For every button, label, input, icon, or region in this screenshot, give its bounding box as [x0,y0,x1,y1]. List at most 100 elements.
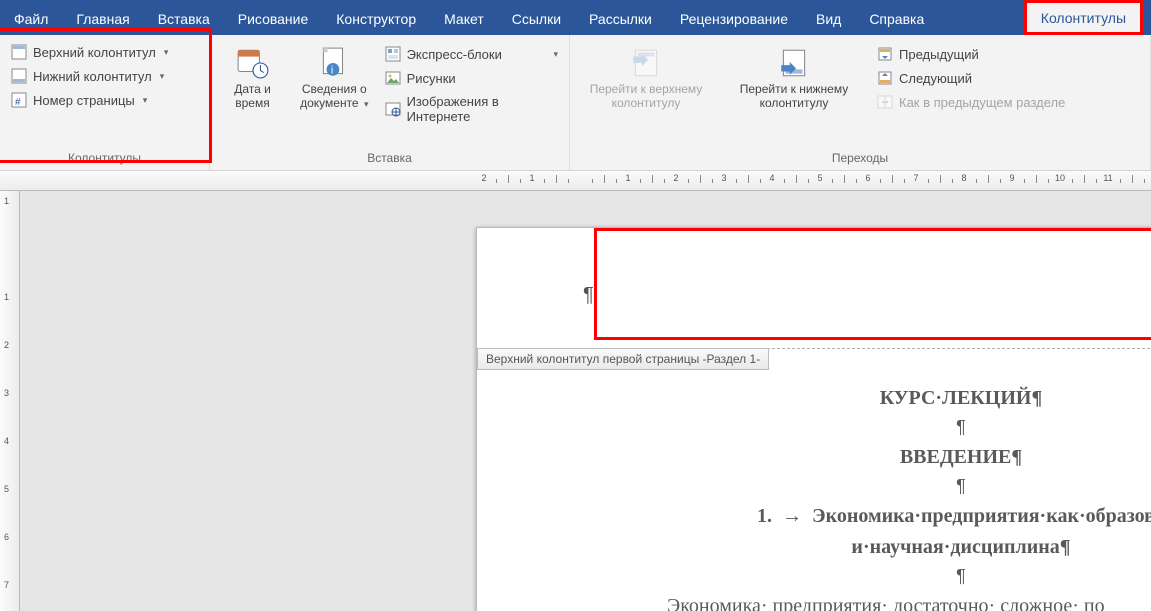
btn-goto-footer[interactable]: Перейти к нижнемуколонтитулу [724,41,864,115]
group-header-footer: Верхний колонтитул ▾ Нижний колонтитул ▾… [0,35,210,170]
ruler-mark: 1 [625,173,630,183]
chevron-down-icon: ▾ [553,49,558,60]
ribbon: Верхний колонтитул ▾ Нижний колонтитул ▾… [0,35,1151,171]
tab-design[interactable]: Конструктор [322,0,430,35]
btn-link-previous-label: Как в предыдущем разделе [899,95,1065,110]
ruler-mark: 2 [4,340,9,350]
document-info-icon: i [317,46,351,80]
doc-heading1b: и·научная·дисциплина¶ [477,532,1151,563]
chevron-down-icon: ▾ [364,99,369,109]
doc-heading1: 1. → Экономика·предприятия·как·образова [477,501,1151,532]
tab-header-footer[interactable]: Колонтитулы [1024,0,1143,35]
ruler-mark: 3 [4,388,9,398]
workspace: 211234567891011 11234567 ¶ Верхний колон… [0,171,1151,611]
paragraph-mark: ¶ [477,473,1151,501]
svg-text:#: # [15,97,21,108]
paragraph-mark: ¶ [477,414,1151,442]
ruler-mark: 5 [4,484,9,494]
ruler-mark: 10 [1055,173,1065,183]
tab-help[interactable]: Справка [855,0,938,35]
btn-next[interactable]: Следующий [872,67,1070,89]
tab-file[interactable]: Файл [0,0,62,35]
tab-review[interactable]: Рецензирование [666,0,802,35]
page[interactable]: ¶ Верхний колонтитул первой страницы -Ра… [476,227,1151,611]
btn-online-pictures-label: Изображения в Интернете [407,94,558,124]
vertical-ruler[interactable]: 11234567 [0,191,20,611]
doc-intro: ВВЕДЕНИЕ¶ [477,442,1151,473]
ruler-mark: 3 [721,173,726,183]
quick-parts-icon [385,46,401,62]
ruler-mark: 5 [817,173,822,183]
group-transitions: Перейти к верхнемуколонтитулу Перейти к … [570,35,1151,170]
ruler-mark: 8 [961,173,966,183]
page-footer-icon [11,68,27,84]
btn-header[interactable]: Верхний колонтитул ▾ [6,41,173,63]
btn-footer[interactable]: Нижний колонтитул ▾ [6,65,169,87]
ruler-mark: 4 [4,436,9,446]
tab-mailings[interactable]: Рассылки [575,0,666,35]
doc-title: КУРС·ЛЕКЦИЙ¶ [477,383,1151,414]
btn-document-info-label-1: Сведения о [302,82,367,96]
highlight-box [594,228,1151,340]
btn-online-pictures[interactable]: Изображения в Интернете [380,91,563,127]
doc-para1a: Экономика· предприятия· достаточно· слож… [477,591,1151,611]
ruler-mark: 7 [4,580,9,590]
ruler-mark: 1 [4,196,9,206]
previous-icon [877,46,893,62]
tab-layout[interactable]: Макет [430,0,498,35]
page-header-icon [11,44,27,60]
tab-references[interactable]: Ссылки [498,0,575,35]
header-area[interactable]: ¶ [477,228,1151,349]
btn-footer-label: Нижний колонтитул [33,69,152,84]
svg-text:i: i [331,65,333,77]
document-body[interactable]: КУРС·ЛЕКЦИЙ¶ ¶ ВВЕДЕНИЕ¶ ¶ 1. → Экономик… [477,349,1151,611]
pictures-icon [385,70,401,86]
tab-view[interactable]: Вид [802,0,855,35]
ruler-mark: 11 [1103,173,1112,183]
ribbon-tabs: Файл Главная Вставка Рисование Конструкт… [0,0,1151,35]
tab-insert[interactable]: Вставка [144,0,224,35]
btn-pictures[interactable]: Рисунки [380,67,563,89]
group-insert-label: Вставка [216,148,563,170]
btn-page-number-label: Номер страницы [33,93,135,108]
btn-date-time-label-2: время [235,96,269,110]
ruler-mark: 4 [769,173,774,183]
btn-document-info-label-2: документе [300,96,359,110]
btn-quick-parts-label: Экспресс-блоки [407,47,546,62]
ruler-mark: 2 [673,173,678,183]
btn-link-previous: Как в предыдущем разделе [872,91,1070,113]
ruler-mark: 9 [1009,173,1014,183]
next-icon [877,70,893,86]
chevron-down-icon: ▾ [143,95,148,106]
btn-page-number[interactable]: # Номер страницы ▾ [6,89,152,111]
group-transitions-label: Переходы [576,148,1144,170]
ruler-mark: 1 [4,292,9,302]
btn-pictures-label: Рисунки [407,71,558,86]
ruler-mark: 2 [481,173,486,183]
paragraph-mark-icon: ¶ [583,284,594,307]
group-insert: Дата ивремя i Сведения одокументе ▾ Эксп… [210,35,570,170]
tab-home[interactable]: Главная [62,0,143,35]
goto-footer-icon [777,46,811,80]
btn-header-label: Верхний колонтитул [33,45,156,60]
horizontal-ruler[interactable]: 211234567891011 [470,171,1151,191]
tab-draw[interactable]: Рисование [224,0,323,35]
btn-goto-header: Перейти к верхнемуколонтитулу [576,41,716,115]
btn-goto-footer-label-1: Перейти к нижнему [740,82,849,96]
btn-date-time[interactable]: Дата ивремя [216,41,289,115]
btn-date-time-label-1: Дата и [234,82,271,96]
btn-quick-parts[interactable]: Экспресс-блоки ▾ [380,43,563,65]
btn-previous[interactable]: Предыдущий [872,43,1070,65]
link-previous-icon [877,94,893,110]
goto-header-icon [629,46,663,80]
btn-previous-label: Предыдущий [899,47,1065,62]
date-time-icon [236,46,270,80]
header-section-tag: Верхний колонтитул первой страницы -Разд… [477,348,769,370]
page-number-icon: # [11,92,27,108]
btn-next-label: Следующий [899,71,1065,86]
online-pictures-icon [385,101,401,117]
btn-goto-header-label-1: Перейти к верхнему [590,82,703,96]
group-header-footer-label: Колонтитулы [6,148,203,170]
btn-goto-header-label-2: колонтитулу [612,96,681,110]
btn-document-info[interactable]: i Сведения одокументе ▾ [293,41,376,116]
